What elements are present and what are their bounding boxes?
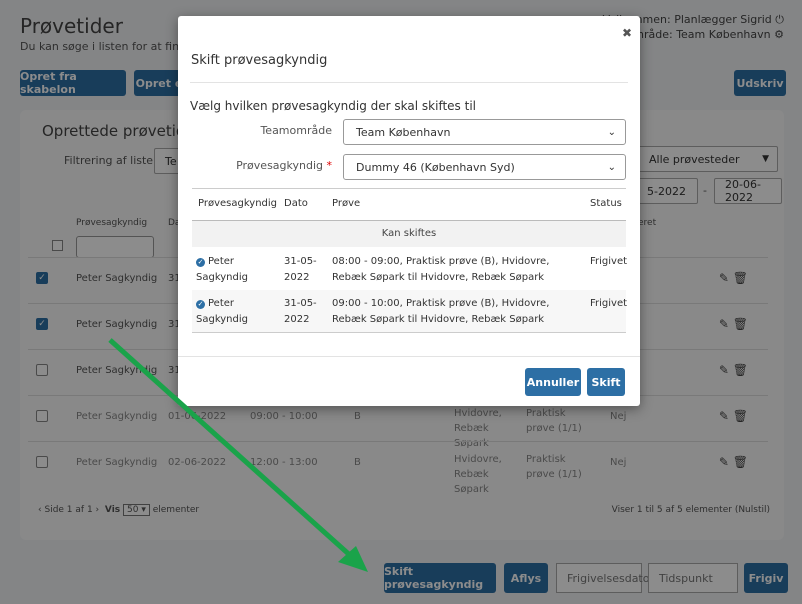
arrow-shaft bbox=[108, 338, 354, 559]
annotation-arrow bbox=[108, 338, 368, 572]
